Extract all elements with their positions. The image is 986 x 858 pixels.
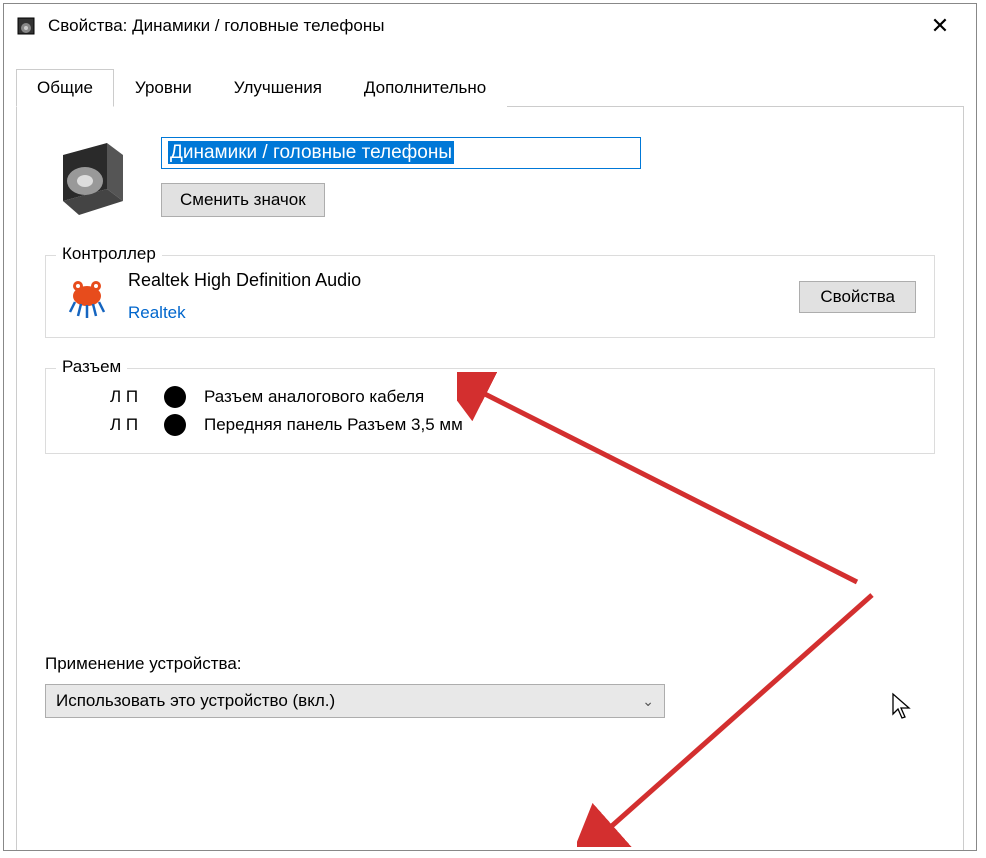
device-icon: [45, 137, 133, 225]
controller-group: Контроллер Realtek High Defini: [45, 255, 935, 338]
controller-name: Realtek High Definition Audio: [128, 270, 781, 291]
jack-row: Л П Разъем аналогового кабеля: [110, 383, 916, 411]
cursor-icon: [891, 692, 913, 723]
close-button[interactable]: ✕: [916, 13, 964, 39]
jack-label: Передняя панель Разъем 3,5 мм: [204, 415, 463, 435]
window-icon: [16, 16, 36, 36]
jack-group: Разъем Л П Разъем аналогового кабеля Л П…: [45, 368, 935, 454]
controller-properties-button[interactable]: Свойства: [799, 281, 916, 313]
tab-advanced[interactable]: Дополнительно: [343, 69, 507, 107]
window-title: Свойства: Динамики / головные телефоны: [48, 16, 916, 36]
jack-color-dot: [164, 386, 186, 408]
device-usage-label: Применение устройства:: [45, 654, 935, 674]
tab-enhancements[interactable]: Улучшения: [213, 69, 343, 107]
controller-legend: Контроллер: [56, 244, 162, 264]
device-usage-value: Использовать это устройство (вкл.): [56, 691, 335, 711]
tabs-container: Общие Уровни Улучшения Дополнительно Ди: [16, 68, 964, 851]
tabs: Общие Уровни Улучшения Дополнительно: [16, 68, 964, 107]
tab-general[interactable]: Общие: [16, 69, 114, 107]
chevron-down-icon: ⌄: [642, 693, 654, 710]
jack-row: Л П Передняя панель Разъем 3,5 мм: [110, 411, 916, 439]
device-usage-select[interactable]: Использовать это устройство (вкл.) ⌄: [45, 684, 665, 718]
realtek-crab-icon: [64, 274, 110, 320]
tab-panel-general: Динамики / головные телефоны Сменить зна…: [16, 107, 964, 851]
jack-color-dot: [164, 414, 186, 436]
change-icon-button[interactable]: Сменить значок: [161, 183, 325, 217]
jack-legend: Разъем: [56, 357, 127, 377]
jack-lr-label: Л П: [110, 387, 146, 407]
device-name-input[interactable]: Динамики / головные телефоны: [161, 137, 641, 169]
titlebar: Свойства: Динамики / головные телефоны ✕: [4, 4, 976, 48]
tab-levels[interactable]: Уровни: [114, 69, 213, 107]
properties-window: Свойства: Динамики / головные телефоны ✕…: [3, 3, 977, 851]
jack-label: Разъем аналогового кабеля: [204, 387, 424, 407]
controller-vendor-link[interactable]: Realtek: [128, 303, 781, 323]
jack-lr-label: Л П: [110, 415, 146, 435]
